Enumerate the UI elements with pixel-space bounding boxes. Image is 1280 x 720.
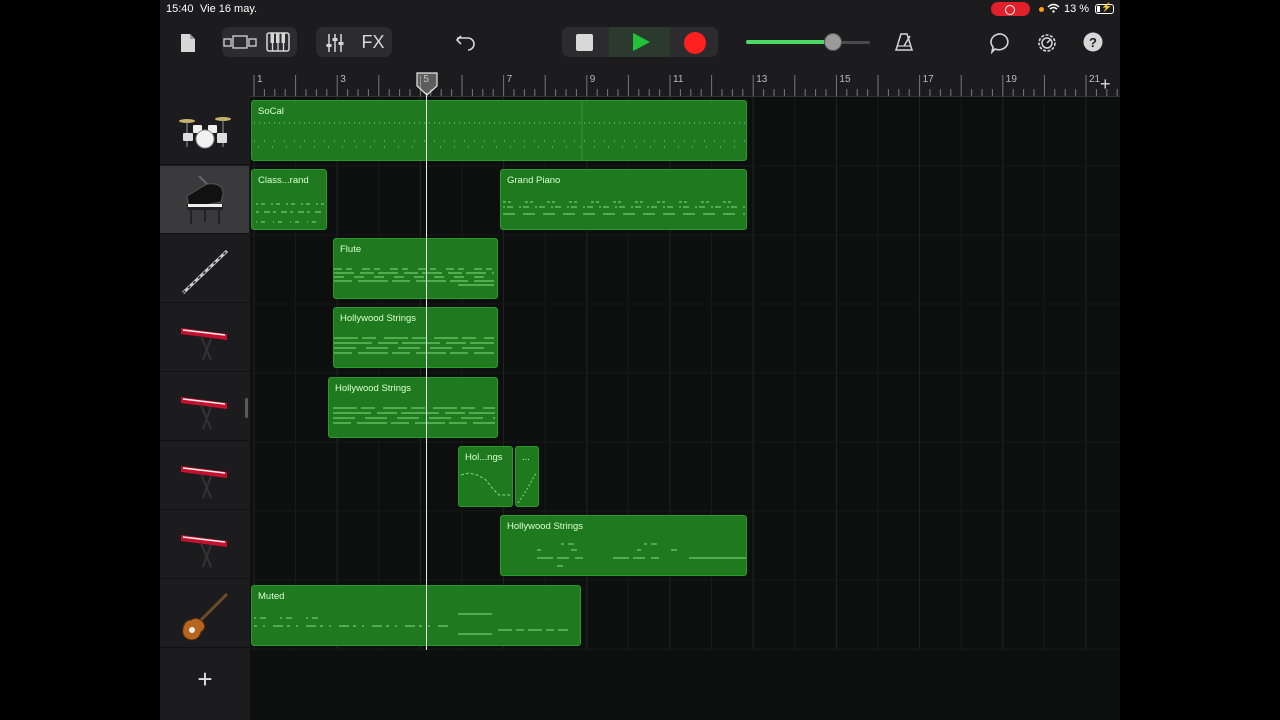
region-label: Grand Piano	[507, 175, 561, 186]
add-section-icon[interactable]: +	[1100, 74, 1111, 95]
keyboard-icon	[181, 397, 227, 430]
metronome-icon[interactable]	[893, 31, 915, 53]
region-grand-piano[interactable]: Grand Piano	[500, 169, 747, 230]
mixer-icon[interactable]	[324, 32, 346, 54]
settings-icon[interactable]	[1035, 31, 1059, 55]
region-label: Flute	[340, 244, 362, 255]
keyboard-icon	[181, 535, 227, 568]
help-icon[interactable]: ?	[1082, 31, 1104, 53]
status-date: Vie 16 may.	[200, 3, 258, 15]
grand-piano-icon	[186, 175, 224, 224]
record-button[interactable]	[684, 32, 706, 54]
region-flute[interactable]: Flute	[333, 238, 498, 299]
ruler-bar-number: 7	[506, 74, 513, 85]
add-track-button[interactable]: +	[194, 666, 216, 692]
screen-recording-indicator[interactable]	[991, 2, 1030, 16]
region-label: Hol...ngs	[465, 452, 503, 463]
battery-icon	[1095, 2, 1114, 14]
ruler-bar-number: 21	[1089, 74, 1101, 85]
midi-notes	[254, 613, 568, 635]
track-header-flute[interactable]	[160, 235, 249, 303]
mic-indicator	[1039, 7, 1044, 12]
drums-icon	[179, 117, 231, 149]
track-header-keys-2[interactable]	[160, 373, 249, 441]
track-header-drums[interactable]	[160, 97, 249, 165]
region-socal[interactable]: SoCal	[251, 100, 747, 161]
ruler-bar-number: 1	[257, 74, 263, 85]
ruler-bar-number: 13	[756, 74, 768, 85]
timeline-ruler[interactable]: 1 3 5 7 9 11 13 15 17 19 21	[250, 72, 1120, 97]
ruler-bar-number: 11	[673, 74, 684, 85]
ruler-bar-number: 17	[922, 74, 934, 85]
region-muted[interactable]: Muted	[251, 585, 581, 646]
region-label: Hollywood Strings	[340, 313, 417, 324]
region-hollywood-strings-1[interactable]: Hollywood Strings	[333, 307, 498, 368]
bass-guitar-icon	[182, 592, 229, 641]
region-label: SoCal	[258, 106, 284, 117]
stop-button[interactable]	[576, 34, 593, 51]
region-hollywood-strings-3[interactable]: Hollywood Strings	[500, 515, 747, 576]
region-hollywood-strings-short[interactable]: Hol...ngs	[458, 446, 513, 507]
wifi-icon	[1047, 3, 1060, 16]
status-bar: 15:40 Vie 16 may. 13 %	[160, 0, 1120, 18]
fx-button[interactable]: FX	[358, 30, 388, 54]
ruler-bar-number: 19	[1005, 74, 1017, 85]
flute-icon	[181, 249, 229, 295]
battery-percent: 13 %	[1064, 3, 1090, 15]
undo-icon[interactable]	[454, 31, 478, 53]
status-time: 15:40	[166, 3, 194, 15]
garageband-screen: 15:40 Vie 16 may. 13 % FX	[160, 0, 1120, 720]
loop-browser-icon[interactable]	[989, 31, 1013, 55]
my-songs-icon[interactable]	[178, 31, 198, 55]
ruler-bar-number: 9	[589, 74, 596, 85]
track-headers	[160, 97, 250, 720]
track-header-resize-handle[interactable]	[245, 398, 248, 418]
svg-text:?: ?	[1089, 35, 1097, 50]
keyboard-view-icon[interactable]	[265, 31, 291, 53]
region-label: Hollywood Strings	[507, 521, 584, 532]
track-header-keys-3[interactable]	[160, 442, 249, 510]
master-volume-fill	[746, 40, 833, 44]
track-header-keys-1[interactable]	[160, 304, 249, 372]
track-header-piano[interactable]	[160, 166, 249, 234]
tracks-view-icon[interactable]	[223, 33, 257, 51]
keyboard-icon	[181, 328, 227, 361]
playhead-handle[interactable]	[416, 72, 438, 96]
ruler-bar-number: 15	[839, 74, 851, 85]
drum-pattern	[254, 101, 746, 160]
keyboard-icon	[181, 466, 227, 499]
region-label: ...	[522, 452, 530, 463]
region-hollywood-strings-tiny[interactable]: ...	[515, 446, 539, 507]
ruler-bar-number: 3	[340, 74, 346, 85]
track-header-keys-4[interactable]	[160, 511, 249, 579]
region-label: Hollywood Strings	[335, 383, 412, 394]
region-label: Class...rand	[258, 175, 309, 186]
region-hollywood-strings-2[interactable]: Hollywood Strings	[328, 377, 498, 438]
track-header-bass[interactable]	[160, 580, 249, 648]
play-button[interactable]	[633, 33, 650, 51]
playhead[interactable]	[426, 93, 427, 650]
region-label: Muted	[258, 591, 285, 602]
region-classic-grand[interactable]: Class...rand	[251, 169, 327, 230]
master-volume-knob[interactable]	[823, 33, 842, 51]
